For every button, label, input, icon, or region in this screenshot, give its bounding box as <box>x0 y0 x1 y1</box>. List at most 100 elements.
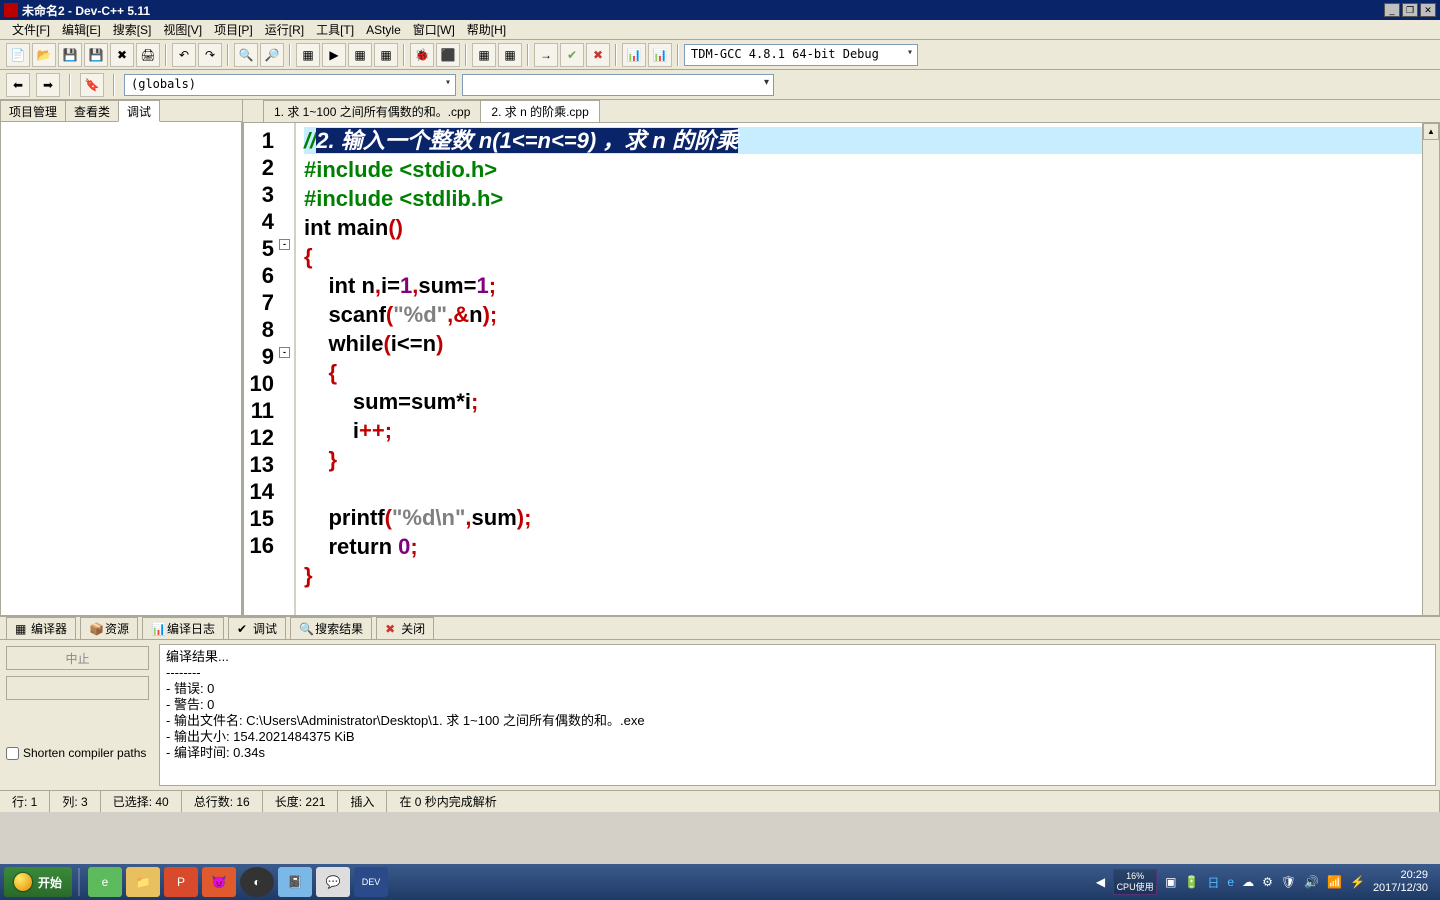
close-button[interactable]: ✕ <box>1420 3 1436 17</box>
tab-compiler[interactable]: ▦编译器 <box>6 617 76 640</box>
tray-chevron-icon[interactable]: ◀ <box>1096 875 1105 889</box>
taskbar-app-devcpp[interactable]: DEV <box>354 867 388 897</box>
resources-icon: 📦 <box>89 622 101 634</box>
tab-debug[interactable]: ✔调试 <box>228 617 286 640</box>
tray-icon[interactable]: ▣ <box>1165 875 1176 889</box>
find-icon[interactable]: 🔍 <box>234 43 258 67</box>
toolbar-separator <box>69 74 71 96</box>
fold-icon[interactable]: - <box>279 347 290 358</box>
tab-compile-log[interactable]: 📊编译日志 <box>142 617 224 640</box>
menu-tools[interactable]: 工具[T] <box>310 19 360 40</box>
file-tab-2[interactable]: 2. 求 n 的阶乘.cpp <box>480 100 599 122</box>
bookmark-icon[interactable]: 🔖 <box>80 73 104 97</box>
scroll-up-icon[interactable]: ▲ <box>1423 123 1439 140</box>
log-output[interactable]: 编译结果...--------- 错误: 0- 警告: 0- 输出文件名: C:… <box>159 644 1436 786</box>
tray-icon[interactable]: ☁ <box>1242 875 1254 889</box>
code-text: sum <box>411 389 456 414</box>
abort-button[interactable]: 中止 <box>6 646 149 670</box>
tab-search-results[interactable]: 🔍搜索结果 <box>290 617 372 640</box>
tab-resources[interactable]: 📦资源 <box>80 617 138 640</box>
taskbar-app-explorer[interactable]: 📁 <box>126 867 160 897</box>
blank-button[interactable] <box>6 676 149 700</box>
close-file-icon[interactable]: ✖ <box>110 43 134 67</box>
tray-volume-icon[interactable]: 🔊 <box>1304 875 1319 889</box>
log-line: - 输出文件名: C:\Users\Administrator\Desktop\… <box>166 713 1429 729</box>
file-tab-1[interactable]: 1. 求 1~100 之间所有偶数的和。.cpp <box>263 100 481 122</box>
shorten-paths-checkbox[interactable] <box>6 747 19 760</box>
code-text: while <box>304 331 383 356</box>
tray-icon[interactable]: 🔋 <box>1184 875 1199 889</box>
fold-icon[interactable]: - <box>279 239 290 250</box>
menu-astyle[interactable]: AStyle <box>360 21 407 39</box>
profile2-icon[interactable]: 📊 <box>648 43 672 67</box>
menu-search[interactable]: 搜索[S] <box>107 19 158 40</box>
rebuild-icon[interactable]: ▦ <box>374 43 398 67</box>
cpu-meter[interactable]: 16%CPU使用 <box>1113 869 1157 895</box>
stop-icon[interactable]: ⬛ <box>436 43 460 67</box>
undo-icon[interactable]: ↶ <box>172 43 196 67</box>
globals-select[interactable]: (globals) <box>124 74 456 96</box>
check-icon[interactable]: ✔ <box>560 43 584 67</box>
taskbar-app-ie[interactable]: e <box>88 867 122 897</box>
sidebar-tab-project[interactable]: 项目管理 <box>0 100 66 122</box>
save-all-icon[interactable]: 💾 <box>84 43 108 67</box>
taskbar-app-sphere[interactable]: ◐ <box>240 867 274 897</box>
log-line: - 错误: 0 <box>166 681 1429 697</box>
menu-file[interactable]: 文件[F] <box>6 19 56 40</box>
menu-project[interactable]: 项目[P] <box>208 19 259 40</box>
menu-run[interactable]: 运行[R] <box>259 19 310 40</box>
code-content[interactable]: //2. 输入一个整数 n(1<=n<=9) ，求 n 的阶乘 #include… <box>296 123 1439 615</box>
taskbar-app-note[interactable]: 📓 <box>278 867 312 897</box>
menu-view[interactable]: 视图[V] <box>157 19 208 40</box>
taskbar-app-mask[interactable]: 😈 <box>202 867 236 897</box>
code-editor[interactable]: 1 2 3 4 5- 6 7 8 9- 10 11 12 13 14 15 16… <box>243 122 1440 616</box>
clear-icon[interactable]: ✖ <box>586 43 610 67</box>
code-text: 1 <box>476 273 488 298</box>
debug-icon[interactable]: 🐞 <box>410 43 434 67</box>
forward-icon[interactable]: ➡ <box>36 73 60 97</box>
replace-icon[interactable]: 🔎 <box>260 43 284 67</box>
tray-icon[interactable]: ⚡ <box>1350 875 1365 889</box>
tab-close[interactable]: ✖关闭 <box>376 617 434 640</box>
run-icon[interactable]: ▶ <box>322 43 346 67</box>
menu-edit[interactable]: 编辑[E] <box>56 19 107 40</box>
compiler-select[interactable]: TDM-GCC 4.8.1 64-bit Debug <box>684 44 918 66</box>
gui-icon[interactable]: ▦ <box>472 43 496 67</box>
tray-icon[interactable]: 🛡 <box>1281 875 1296 889</box>
menu-window[interactable]: 窗口[W] <box>407 19 461 40</box>
code-text: // <box>304 128 316 153</box>
sidebar-tab-classes[interactable]: 查看类 <box>65 100 119 122</box>
code-text: return <box>304 534 392 559</box>
profile-icon[interactable]: 📊 <box>622 43 646 67</box>
menu-help[interactable]: 帮助[H] <box>461 19 512 40</box>
start-button[interactable]: 开始 <box>4 867 72 897</box>
tray-icon[interactable]: 日 <box>1207 874 1219 891</box>
open-file-icon[interactable]: 📂 <box>32 43 56 67</box>
gui2-icon[interactable]: ▦ <box>498 43 522 67</box>
status-row: 行: 1 <box>0 791 50 812</box>
tray-icon[interactable]: e <box>1227 875 1234 889</box>
window-title: 未命名2 - Dev-C++ 5.11 <box>22 2 1384 19</box>
shorten-paths-row[interactable]: Shorten compiler paths <box>6 746 149 760</box>
goto-icon[interactable]: → <box>534 43 558 67</box>
taskbar-app-p[interactable]: P <box>164 867 198 897</box>
print-icon[interactable]: 🖨 <box>136 43 160 67</box>
functions-select[interactable] <box>462 74 774 96</box>
taskbar-clock[interactable]: 20:29 2017/12/30 <box>1373 869 1428 895</box>
save-icon[interactable]: 💾 <box>58 43 82 67</box>
tray-icon[interactable]: ⚙ <box>1262 875 1273 889</box>
code-text: ) <box>483 302 490 327</box>
vertical-scrollbar[interactable]: ▲ <box>1422 123 1439 615</box>
taskbar-app-wechat[interactable]: 💬 <box>316 867 350 897</box>
compile-icon[interactable]: ▦ <box>296 43 320 67</box>
new-file-icon[interactable]: 📄 <box>6 43 30 67</box>
code-text: int <box>304 215 331 240</box>
redo-icon[interactable]: ↷ <box>198 43 222 67</box>
tray-network-icon[interactable]: 📶 <box>1327 875 1342 889</box>
minimize-button[interactable]: _ <box>1384 3 1400 17</box>
back-icon[interactable]: ⬅ <box>6 73 30 97</box>
sidebar-tab-debug[interactable]: 调试 <box>118 100 160 122</box>
compile-run-icon[interactable]: ▦ <box>348 43 372 67</box>
restore-button[interactable]: ❐ <box>1402 3 1418 17</box>
line-number: 1 <box>244 127 274 154</box>
